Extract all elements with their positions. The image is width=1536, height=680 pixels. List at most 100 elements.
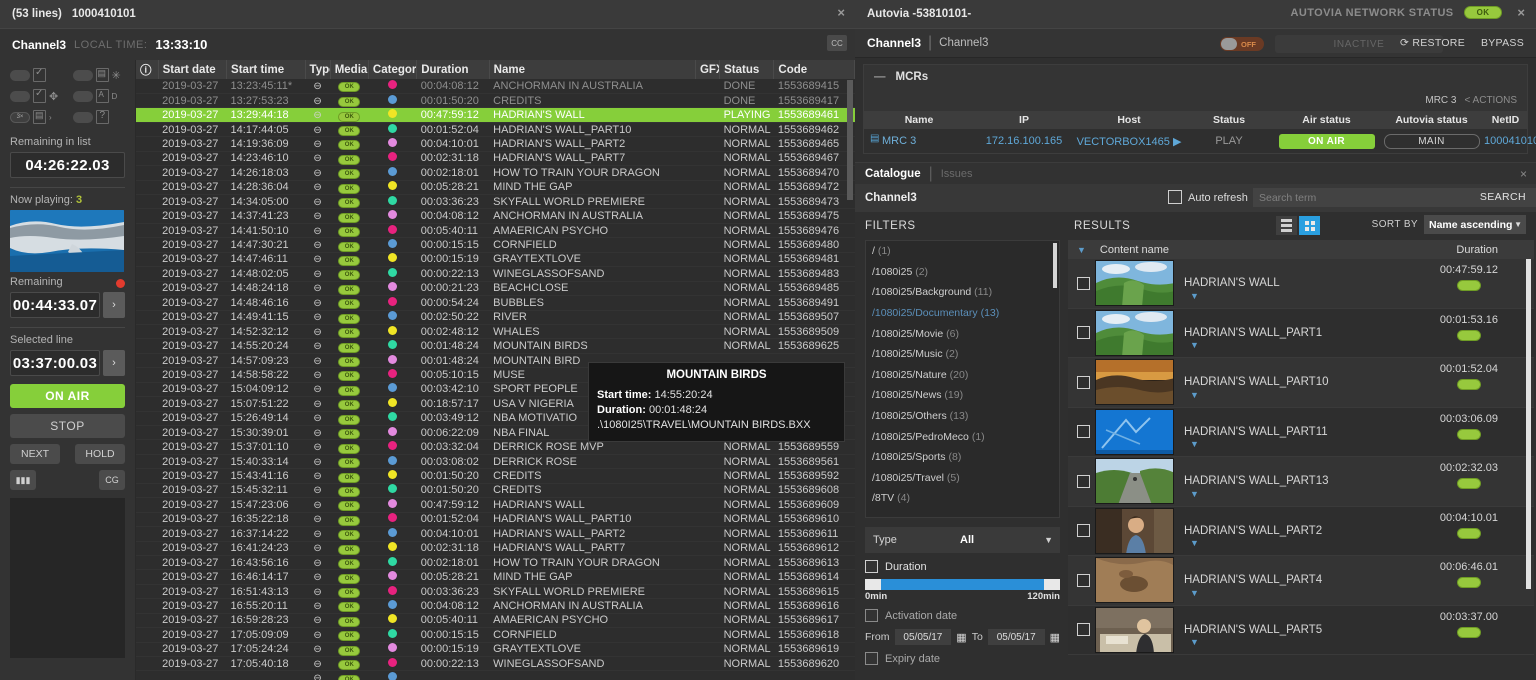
calendar-icon[interactable]: ▦ [956, 631, 966, 644]
list-item[interactable]: HADRIAN'S WALL_PART13 ▼ 00:02:32.03 [1068, 457, 1534, 507]
table-row[interactable]: 2019-03-27 17:05:40:18 ⊖ OK 00:00:22:13 WINEG… [136, 656, 855, 672]
filter-tree-item[interactable]: / (1) [866, 241, 1059, 262]
filter-tree-item[interactable]: /1080i25/News (19) [866, 385, 1059, 406]
expiry-date-checkbox[interactable] [865, 652, 878, 665]
table-row[interactable]: 2019-03-27 14:55:20:24 ⊖ OK 00:01:48:24 MOUNT… [136, 338, 855, 354]
result-checkbox[interactable] [1077, 326, 1090, 340]
table-row[interactable]: ⊖ OK [136, 670, 855, 680]
result-checkbox[interactable] [1077, 425, 1090, 439]
toolbar-toggle-check[interactable] [10, 67, 63, 82]
chevron-down-icon[interactable]: ▼ [1190, 588, 1199, 598]
list-item[interactable]: HADRIAN'S WALL_PART11 ▼ 00:03:06.09 [1068, 407, 1534, 457]
table-row[interactable]: 2019-03-27 14:17:44:05 ⊖ OK 00:01:52:04 HADRI… [136, 122, 855, 138]
selected-line-next-button[interactable]: › [103, 350, 125, 376]
table-row[interactable]: 2019-03-27 17:05:24:24 ⊖ OK 00:00:15:19 GRAYT… [136, 642, 855, 658]
col-name[interactable]: Name [489, 60, 696, 79]
filter-tree-item[interactable]: /1080i25/Others (13) [866, 406, 1059, 427]
table-row[interactable]: 2019-03-27 14:34:05:00 ⊖ OK 00:03:36:23 SKYFA… [136, 194, 855, 210]
filter-tree-item[interactable]: /1080i25/Music (2) [866, 344, 1059, 365]
from-date-field[interactable]: 05/05/17 [894, 629, 952, 645]
filter-tree-item[interactable]: /1080i25/Travel (5) [866, 468, 1059, 489]
close-icon[interactable]: × [837, 5, 845, 20]
duration-range-slider[interactable] [865, 579, 1060, 590]
table-row[interactable]: 2019-03-27 15:43:41:16 ⊖ OK 00:01:50:20 CREDI… [136, 468, 855, 484]
filter-tree-item[interactable]: /8TV (4) [866, 488, 1059, 509]
mcr-row[interactable]: MRC 3172.16.100.165VECTORBOX1465 ▶PLAYON… [864, 129, 1536, 153]
chevron-down-icon[interactable]: ▼ [1190, 340, 1199, 350]
table-row[interactable]: 2019-03-27 13:27:53:23 ⊖ OK 00:01:50:20 CREDI… [136, 93, 855, 109]
slider-handle-right[interactable] [1044, 579, 1060, 590]
mcrs-header[interactable]: — MCRs [864, 65, 1527, 89]
hold-button[interactable]: HOLD [75, 444, 125, 464]
table-row[interactable]: 2019-03-27 16:41:24:23 ⊖ OK 00:02:31:18 HADRI… [136, 541, 855, 556]
table-row[interactable]: 2019-03-27 14:19:36:09 ⊖ OK 00:04:10:01 HADRI… [136, 136, 855, 152]
col-status[interactable]: Status [719, 60, 775, 79]
table-row[interactable]: 2019-03-27 14:48:02:05 ⊖ OK 00:00:22:13 WINEG… [136, 266, 855, 282]
cg-button[interactable]: CG [99, 470, 125, 490]
table-row[interactable]: 2019-03-27 16:37:14:22 ⊖ OK 00:04:10:01 HADRI… [136, 526, 855, 542]
results-list[interactable]: HADRIAN'S WALL ▼ 00:47:59.12 HADRIAN'S WALL… [1068, 259, 1534, 680]
toolbar-toggle-settings[interactable]: ✳ [72, 68, 126, 82]
table-row[interactable]: 2019-03-27 16:46:14:17 ⊖ OK 00:05:28:21 MIND … [136, 569, 855, 585]
col-gfx[interactable]: GFX [695, 60, 721, 79]
remaining-next-button[interactable]: › [103, 292, 125, 318]
sort-by-select[interactable]: Name ascending ▼ [1424, 215, 1526, 234]
onoff-toggle[interactable]: OFF [1220, 37, 1264, 51]
filter-tree[interactable]: / (1)/1080i25 (2)/1080i25/Background (11… [865, 240, 1060, 518]
audio-levels-icon[interactable]: ▮▮▮ [10, 470, 36, 490]
result-checkbox[interactable] [1077, 474, 1090, 488]
filter-tree-item[interactable]: /1080i25/Sports (8) [866, 447, 1059, 468]
result-checkbox[interactable] [1077, 524, 1090, 538]
col-media[interactable]: Media [330, 60, 369, 79]
table-row[interactable]: 2019-03-27 14:48:24:18 ⊖ OK 00:00:21:23 BEACH… [136, 281, 855, 297]
col-start-date[interactable]: Start date [158, 60, 228, 79]
chevron-down-icon[interactable]: ▼ [1190, 637, 1199, 647]
list-item[interactable]: HADRIAN'S WALL_PART4 ▼ 00:06:46.01 [1068, 556, 1534, 606]
result-checkbox[interactable] [1077, 276, 1090, 290]
filter-tree-item[interactable]: /1080i25/Movie (6) [866, 323, 1059, 344]
filter-tree-item[interactable]: /1080i25/Nature (20) [866, 365, 1059, 386]
table-row[interactable]: 2019-03-27 14:26:18:03 ⊖ OK 00:02:18:01 HOW T… [136, 165, 855, 181]
table-row[interactable]: 2019-03-27 17:05:09:09 ⊖ OK 00:00:15:15 CORNF… [136, 627, 855, 643]
result-checkbox[interactable] [1077, 573, 1090, 587]
list-item[interactable]: HADRIAN'S WALL ▼ 00:47:59.12 [1068, 259, 1534, 309]
table-row[interactable]: 2019-03-27 14:23:46:10 ⊖ OK 00:02:31:18 HADRI… [136, 151, 855, 167]
list-item[interactable]: HADRIAN'S WALL_PART2 ▼ 00:04:10.01 [1068, 506, 1534, 556]
tab-catalogue[interactable]: Catalogue [865, 168, 921, 180]
table-row[interactable]: 2019-03-27 14:37:41:23 ⊖ OK 00:04:08:12 ANCHO… [136, 208, 855, 224]
filter-tree-item[interactable]: /1080i25/PedroMeco (1) [866, 426, 1059, 447]
table-row[interactable]: 2019-03-27 14:47:46:11 ⊖ OK 00:00:15:19 GRAYT… [136, 252, 855, 268]
list-item[interactable]: HADRIAN'S WALL_PART5 ▼ 00:03:37.00 [1068, 605, 1534, 655]
table-row[interactable]: 2019-03-27 15:37:01:10 ⊖ OK 00:03:32:04 DERRI… [136, 439, 855, 455]
grid-view-button[interactable] [1299, 216, 1320, 235]
slider-handle-left[interactable] [865, 579, 881, 590]
filter-tree-item[interactable]: /1080i25 (2) [866, 262, 1059, 283]
activation-date-checkbox[interactable] [865, 609, 878, 622]
chevron-down-icon[interactable]: ▼ [1190, 390, 1199, 400]
restore-button[interactable]: ⟳ RESTORE [1400, 37, 1465, 49]
on-air-button[interactable]: ON AIR [10, 384, 125, 408]
results-scrollbar[interactable] [1526, 259, 1531, 589]
collapse-icon[interactable]: — [874, 71, 886, 83]
mcrs-actions-button[interactable]: < ACTIONS [1464, 95, 1517, 106]
table-row[interactable]: 2019-03-27 16:59:28:23 ⊖ OK 00:05:40:11 AMAER… [136, 613, 855, 629]
table-row[interactable]: 2019-03-27 15:47:23:06 ⊖ OK 00:47:59:12 HADRI… [136, 497, 855, 513]
table-row[interactable]: 2019-03-27 13:29:44:18 ⊖ OK 00:47:59:12 HADRI… [136, 107, 855, 123]
col-category[interactable]: Categor [368, 60, 418, 79]
table-row[interactable]: 2019-03-27 14:49:41:15 ⊖ OK 00:02:50:22 RIVER… [136, 310, 855, 325]
table-row[interactable]: 2019-03-27 16:35:22:18 ⊖ OK 00:01:52:04 HADRI… [136, 512, 855, 528]
toolbar-toggle-help[interactable] [72, 110, 126, 124]
toolbar-toggle-list[interactable]: 3× › [10, 110, 63, 124]
chevron-down-icon[interactable]: ▼ [1190, 439, 1199, 449]
table-row[interactable]: 2019-03-27 15:45:32:11 ⊖ OK 00:01:50:20 CREDI… [136, 483, 855, 499]
list-view-button[interactable] [1276, 216, 1297, 235]
calendar-icon[interactable]: ▦ [1050, 631, 1060, 644]
closed-caption-icon[interactable]: CC [827, 35, 847, 51]
table-row[interactable]: 2019-03-27 14:41:50:10 ⊖ OK 00:05:40:11 AMAER… [136, 223, 855, 239]
content-name-header[interactable]: Content name [1100, 244, 1169, 256]
table-row[interactable]: 2019-03-27 15:40:33:14 ⊖ OK 00:03:08:02 DERRI… [136, 454, 855, 470]
to-date-field[interactable]: 05/05/17 [987, 629, 1045, 645]
col-duration[interactable]: Duration [416, 60, 490, 79]
chevron-down-icon[interactable]: ▼ [1190, 538, 1199, 548]
duration-checkbox[interactable] [865, 560, 878, 573]
